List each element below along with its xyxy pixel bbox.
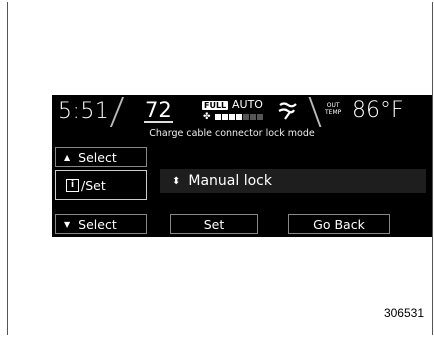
airflow-mode-icon: [278, 102, 297, 120]
select-down-button[interactable]: ▼ Select: [55, 214, 147, 234]
set-button[interactable]: Set: [170, 214, 258, 234]
display-screen: 5:51 72 FULL AUTO ✤ OUT TEMP 86°F Charge…: [52, 95, 432, 237]
go-back-button[interactable]: Go Back: [288, 214, 390, 234]
divider: [308, 97, 322, 127]
triangle-up-icon: ▲: [64, 152, 71, 162]
set-temperature: 72: [144, 98, 173, 123]
info-icon: i: [66, 178, 79, 192]
select-up-button[interactable]: ▲ Select: [55, 147, 147, 167]
outside-temp-label: OUT TEMP: [325, 102, 341, 116]
outside-temperature: 86°F: [352, 98, 404, 123]
figure-id: 306531: [383, 306, 424, 320]
temp-label: TEMP: [325, 109, 342, 116]
fan-speed-segment: [250, 114, 256, 120]
fan-speed-segment: [222, 114, 228, 120]
info-set-label: /Set: [81, 177, 106, 193]
climate-mode: AUTO: [232, 98, 263, 111]
select-down-label: Select: [78, 216, 117, 232]
triangle-down-icon: ▼: [64, 219, 71, 229]
lock-mode-option[interactable]: ⬍ Manual lock: [160, 169, 426, 193]
option-value: Manual lock: [188, 173, 272, 189]
select-up-label: Select: [78, 149, 117, 165]
fan-speed-segment: [257, 114, 263, 120]
divider: [109, 97, 125, 127]
fan-speed-segment: [215, 114, 221, 120]
status-bar: 5:51 72 FULL AUTO ✤ OUT TEMP 86°F: [52, 95, 432, 127]
fan-icon: ✤: [203, 112, 211, 122]
up-down-icon: ⬍: [172, 175, 181, 187]
clock: 5:51: [58, 99, 110, 124]
fan-speed-segment: [236, 114, 242, 120]
fan-speed-bars: [215, 114, 263, 120]
info-set-button[interactable]: i /Set: [55, 170, 147, 200]
fan-speed-segment: [229, 114, 235, 120]
fan-speed-segment: [243, 114, 249, 120]
out-label: OUT: [326, 102, 340, 109]
full-badge: FULL: [202, 101, 229, 110]
screen-title: Charge cable connector lock mode: [149, 128, 315, 139]
